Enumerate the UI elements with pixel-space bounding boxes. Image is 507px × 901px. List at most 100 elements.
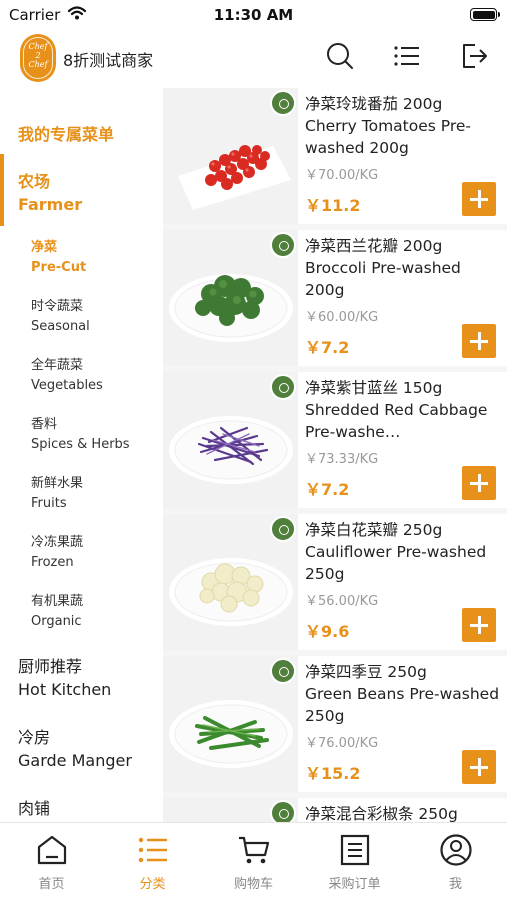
category-label-en: Garde Manger [18, 751, 132, 770]
product-image [163, 656, 298, 792]
product-image [163, 798, 298, 822]
subitem-label-en: Spices & Herbs [31, 437, 130, 452]
sidebar-item-farmer[interactable]: 农场 Farmer [18, 170, 82, 216]
sidebar-subitem-spices[interactable]: 香料 Spices & Herbs [31, 415, 130, 455]
tab-category[interactable]: 分类 [102, 823, 203, 901]
product-name-en: Cherry Tomatoes Pre-washed 200g [305, 117, 472, 157]
chef-badge-icon [270, 800, 296, 822]
active-indicator [0, 154, 4, 226]
add-to-cart-button[interactable] [462, 324, 496, 358]
subitem-label-cn: 净菜 [31, 240, 58, 255]
product-price: ￥15.2 [305, 764, 361, 783]
product-card[interactable]: 净菜混合彩椒条 250g [163, 798, 507, 822]
add-to-cart-button[interactable] [462, 182, 496, 216]
list-icon[interactable] [392, 41, 422, 71]
product-card[interactable]: 净菜四季豆 250g Green Beans Pre-washed 250g ￥… [163, 656, 507, 792]
product-price: ￥7.2 [305, 480, 350, 499]
subitem-label-en: Vegetables [31, 378, 103, 393]
sidebar-item-butcher[interactable]: 肉铺 [18, 797, 50, 820]
tab-label: 首页 [38, 877, 65, 892]
subitem-label-en: Pre-Cut [31, 260, 87, 275]
store-logo: Chef 2 Chef [20, 34, 56, 82]
tab-label: 采购订单 [328, 877, 381, 892]
chef-badge-icon [270, 658, 296, 684]
unit-price: ￥76.00/KG [305, 736, 379, 751]
tab-orders[interactable]: 采购订单 [304, 823, 405, 901]
category-label-cn: 冷房 [18, 728, 51, 747]
product-card[interactable]: 净菜玲珑番茄 200g Cherry Tomatoes Pre-washed 2… [163, 88, 507, 224]
sidebar-item-hot-kitchen[interactable]: 厨师推荐 Hot Kitchen [18, 655, 111, 701]
product-name-cn: 净菜四季豆 250g [305, 663, 427, 681]
tab-home[interactable]: 首页 [1, 823, 102, 901]
store-name: 8折测试商家 [63, 51, 154, 70]
subitem-label-en: Fruits [31, 496, 67, 511]
subitem-label-en: Organic [31, 614, 82, 629]
product-name-cn: 净菜紫甘蓝丝 150g [305, 379, 443, 397]
sidebar-subitem-organic[interactable]: 有机果蔬 Organic [31, 592, 83, 632]
unit-price: ￥60.00/KG [305, 310, 379, 325]
sidebar-subitem-pre-cut[interactable]: 净菜 Pre-Cut [31, 238, 86, 278]
status-bar: Carrier 11:30 AM [0, 0, 507, 30]
product-name-en: Shredded Red Cabbage Pre-washe… [305, 401, 488, 441]
add-to-cart-button[interactable] [462, 608, 496, 642]
product-image [163, 88, 298, 224]
add-to-cart-button[interactable] [462, 466, 496, 500]
sidebar-subitem-seasonal[interactable]: 时令蔬菜 Seasonal [31, 297, 90, 337]
subitem-label-cn: 冷冻果蔬 [31, 535, 84, 550]
subitem-label-cn: 全年蔬菜 [31, 358, 84, 373]
product-name-en: Green Beans Pre-washed 250g [305, 685, 500, 725]
tab-me[interactable]: 我 [405, 823, 506, 901]
search-icon[interactable] [325, 41, 355, 71]
unit-price: ￥73.33/KG [305, 452, 379, 467]
subitem-label-cn: 时令蔬菜 [31, 299, 84, 314]
product-name-cn: 净菜白花菜瓣 250g [305, 521, 443, 539]
unit-price: ￥70.00/KG [305, 168, 379, 183]
sidebar-subitem-frozen[interactable]: 冷冻果蔬 Frozen [31, 533, 83, 573]
sidebar-subitem-fruits[interactable]: 新鲜水果 Fruits [31, 474, 83, 514]
product-price: ￥11.2 [305, 196, 361, 215]
product-name-cn: 净菜西兰花瓣 200g [305, 237, 443, 255]
chef-badge-icon [270, 516, 296, 542]
add-to-cart-button[interactable] [462, 750, 496, 784]
category-label-cn: 厨师推荐 [18, 657, 83, 676]
category-icon [138, 837, 167, 863]
sidebar-item-my-menu[interactable]: 我的专属菜单 [18, 121, 114, 145]
unit-price: ￥56.00/KG [305, 594, 379, 609]
product-list: 净菜玲珑番茄 200g Cherry Tomatoes Pre-washed 2… [163, 88, 507, 822]
logout-icon[interactable] [459, 41, 489, 71]
subitem-label-en: Frozen [31, 555, 74, 570]
order-icon [340, 834, 370, 866]
sidebar-subitem-vegetables[interactable]: 全年蔬菜 Vegetables [31, 356, 103, 396]
category-label-cn: 农场 [18, 172, 51, 191]
app-header: Chef 2 Chef 8折测试商家 [0, 30, 507, 88]
clock: 11:30 AM [213, 6, 294, 24]
tab-label: 我 [448, 877, 462, 892]
product-name-cn: 净菜混合彩椒条 250g [305, 805, 458, 822]
home-icon [37, 835, 67, 865]
chef-badge-icon [270, 232, 296, 258]
cart-icon [239, 836, 270, 864]
category-label-en: Hot Kitchen [18, 680, 112, 699]
product-name-en: Cauliflower Pre-washed 250g [305, 543, 487, 583]
subitem-label-cn: 有机果蔬 [31, 594, 84, 609]
product-card[interactable]: 净菜白花菜瓣 250g Cauliflower Pre-washed 250g … [163, 514, 507, 650]
subitem-label-cn: 新鲜水果 [31, 476, 84, 491]
product-card[interactable]: 净菜紫甘蓝丝 150g Shredded Red Cabbage Pre-was… [163, 372, 507, 508]
tab-label: 分类 [139, 877, 166, 892]
product-image [163, 514, 298, 650]
chef-badge-icon [270, 374, 296, 400]
subitem-label-en: Seasonal [31, 319, 90, 334]
product-image [163, 372, 298, 508]
subitem-label-cn: 香料 [31, 417, 58, 432]
sidebar-item-garde-manger[interactable]: 冷房 Garde Manger [18, 726, 132, 772]
category-label-en: Farmer [18, 195, 83, 214]
tab-label: 购物车 [233, 877, 273, 892]
product-price: ￥9.6 [305, 622, 350, 641]
product-price: ￥7.2 [305, 338, 350, 357]
product-image [163, 230, 298, 366]
profile-icon [440, 834, 472, 866]
bottom-tab-bar: 首页 分类 购物车 采购订单 我 [0, 822, 507, 901]
category-sidebar: 我的专属菜单 农场 Farmer 净菜 Pre-Cut 时令蔬菜 Seasona… [0, 88, 163, 822]
product-card[interactable]: 净菜西兰花瓣 200g Broccoli Pre-washed 200g ￥60… [163, 230, 507, 366]
tab-cart[interactable]: 购物车 [203, 823, 304, 901]
